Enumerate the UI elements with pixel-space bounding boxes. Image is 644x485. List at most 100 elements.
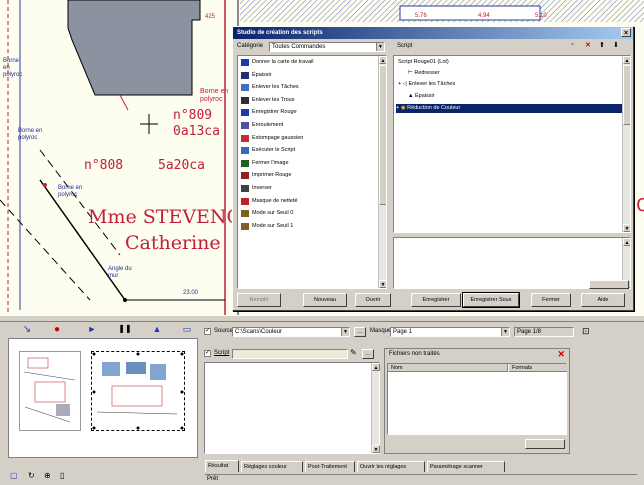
tab-open-settings[interactable]: Ouvrir les réglages xyxy=(357,461,425,472)
spots-icon xyxy=(241,84,249,92)
command-item[interactable]: Enroulement xyxy=(238,119,386,132)
tab-result[interactable]: Résultat xyxy=(205,460,239,472)
command-item[interactable]: Épaissir xyxy=(238,69,386,82)
open-button[interactable]: Ouvrir xyxy=(355,293,391,307)
scroll-up-icon[interactable]: ▲ xyxy=(623,238,630,246)
mask-select[interactable]: Page 1 ▼ xyxy=(390,327,510,337)
source-checkbox[interactable]: ✓ xyxy=(204,328,211,335)
tree-item[interactable]: ⊢ Redresser xyxy=(408,69,440,78)
fill-button[interactable]: Remplir xyxy=(237,293,281,307)
command-item[interactable]: Mode sur Seuil 1 xyxy=(238,220,386,233)
clear-button[interactable] xyxy=(525,439,565,449)
script-tree[interactable]: Script Rouge01 (Lot) ⊢ Redresser + ◁ Enl… xyxy=(393,55,631,233)
pause-icon[interactable]: ❚❚ xyxy=(116,324,134,338)
dialog-titlebar[interactable]: Studio de création des scripts × xyxy=(233,27,633,39)
command-item[interactable]: Exécuter le Script xyxy=(238,144,386,157)
scroll-up-icon[interactable]: ▲ xyxy=(379,56,386,64)
move-down-icon[interactable]: ⬇ xyxy=(613,41,619,49)
zoom-icon[interactable]: ⊕ xyxy=(44,471,51,480)
command-item[interactable]: Estompage gaussien xyxy=(238,132,386,145)
map-edge-letter: C xyxy=(636,195,644,216)
script-select[interactable] xyxy=(232,349,348,359)
browse-script-button[interactable]: … xyxy=(362,349,374,359)
command-list-scrollbar[interactable]: ▲ ▼ xyxy=(378,56,386,288)
tree-item-selected[interactable]: + ◉ Réduction de Couleur xyxy=(396,104,628,113)
source-select[interactable]: C:\Scans\Couleur ▼ xyxy=(232,327,350,337)
scroll-thumb[interactable] xyxy=(623,65,630,125)
thicken-icon xyxy=(241,71,249,79)
save-as-button[interactable]: Enregistrer Sous xyxy=(462,292,520,308)
close-icon[interactable]: × xyxy=(621,28,631,37)
files-list[interactable]: Nom Formats xyxy=(387,363,567,435)
tree-item[interactable]: ▲ Épaissir xyxy=(408,92,435,101)
save-button[interactable]: Enregistrer xyxy=(411,293,461,307)
browse-button[interactable]: … xyxy=(354,327,366,337)
thumbnail-statusbar: ▢ ↻ ⊕ ▯ xyxy=(8,471,198,483)
thumbnail-page[interactable] xyxy=(19,351,81,431)
command-item[interactable]: Masque de netteté xyxy=(238,195,386,208)
command-item[interactable]: Mode sur Seuil 0 xyxy=(238,207,386,220)
chevron-down-icon[interactable]: ▼ xyxy=(376,43,384,51)
move-up-icon[interactable]: ⬆ xyxy=(599,41,605,49)
command-item-label: Donner la carte de travail xyxy=(252,59,314,65)
eject-icon[interactable]: ▲ xyxy=(148,324,166,338)
chevron-down-icon[interactable]: ▼ xyxy=(501,328,509,336)
tab-post-processing[interactable]: Post-Traitement xyxy=(305,461,355,472)
tab-scanner-settings[interactable]: Paramétrage scanner xyxy=(427,461,505,472)
tab-color-settings[interactable]: Réglages couleur xyxy=(241,461,303,472)
delete-icon[interactable]: ✕ xyxy=(557,349,565,360)
gauss-icon xyxy=(241,134,249,142)
col-format-header[interactable]: Formats xyxy=(509,364,567,372)
category-select[interactable]: Toutes Commandes ▼ xyxy=(269,42,385,52)
apply-button[interactable] xyxy=(589,280,629,289)
scroll-thumb[interactable] xyxy=(379,65,386,205)
page-thumbnails[interactable] xyxy=(8,338,198,458)
command-item[interactable]: Enlever les Tâches xyxy=(238,81,386,94)
settings-icon[interactable]: ⊡ xyxy=(582,326,590,337)
command-item[interactable]: Fermer l'image xyxy=(238,157,386,170)
preview-scrollbar[interactable]: ▲ ▼ xyxy=(371,363,380,453)
script-label: Script xyxy=(397,43,413,49)
command-item[interactable]: Imprimer Rouge xyxy=(238,169,386,182)
tree-root[interactable]: Script Rouge01 (Lot) xyxy=(398,58,449,67)
command-item[interactable]: Donner la carte de travail xyxy=(238,56,386,69)
command-list[interactable]: Donner la carte de travail Épaissir Enleve… xyxy=(237,55,387,289)
script-checkbox[interactable]: ✓ xyxy=(204,350,211,357)
edit-script-icon[interactable]: ✎ xyxy=(350,348,357,357)
delete-icon[interactable]: ✕ xyxy=(585,41,591,49)
source-label: Source xyxy=(214,328,234,334)
new-button[interactable]: Nouveau xyxy=(303,293,347,307)
map-dimension-label: 5.10 xyxy=(535,13,547,19)
record-icon[interactable]: ● xyxy=(48,324,66,338)
fit-icon[interactable]: ▢ xyxy=(10,471,18,480)
chevron-down-icon[interactable]: ▼ xyxy=(341,328,349,336)
page-indicator[interactable]: Page 1/8 xyxy=(514,327,574,337)
pointer-icon[interactable]: ↘ xyxy=(18,324,36,338)
script-tree-scrollbar[interactable]: ▲ ▼ xyxy=(622,56,630,232)
script-studio-dialog[interactable]: Studio de création des scripts × Catégor… xyxy=(232,26,634,311)
wrap-icon xyxy=(241,121,249,129)
col-name-header[interactable]: Nom xyxy=(388,364,508,372)
new-item-icon[interactable]: ▫ xyxy=(571,41,573,48)
command-item[interactable]: Enlever les Trous xyxy=(238,94,386,107)
scroll-down-icon[interactable]: ▼ xyxy=(379,280,386,288)
print-icon xyxy=(241,172,249,180)
command-item[interactable]: Inverser xyxy=(238,182,386,195)
thumbnail-page-selected[interactable] xyxy=(91,351,185,431)
page-icon[interactable]: ▯ xyxy=(60,471,64,480)
play-icon[interactable]: ► xyxy=(83,324,101,338)
rotate-icon[interactable]: ↻ xyxy=(28,471,35,480)
command-item[interactable]: Enregistrer Rouge xyxy=(238,106,386,119)
tree-item[interactable]: + ◁ Enlever les Tâches xyxy=(398,80,455,89)
monitor-icon[interactable]: ▭ xyxy=(178,324,196,338)
close-button[interactable]: Fermer xyxy=(531,293,571,307)
command-item-label: Fermer l'image xyxy=(252,159,289,166)
scroll-down-icon[interactable]: ▼ xyxy=(623,224,630,232)
map-dimension-label: 425 xyxy=(205,14,216,20)
script-preview[interactable]: ▲ ▼ xyxy=(204,362,380,454)
splitter[interactable] xyxy=(0,315,644,322)
help-button[interactable]: Aide xyxy=(581,293,625,307)
scroll-up-icon[interactable]: ▲ xyxy=(372,363,380,371)
scroll-up-icon[interactable]: ▲ xyxy=(623,56,630,64)
scroll-down-icon[interactable]: ▼ xyxy=(372,445,380,453)
